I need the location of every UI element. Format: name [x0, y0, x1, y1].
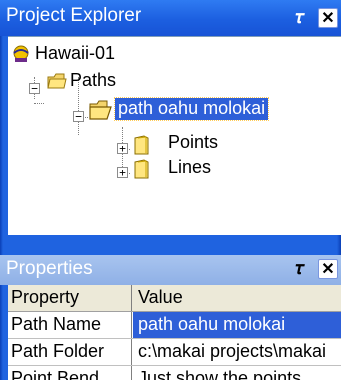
- tree-connector: [34, 103, 44, 104]
- collapse-path-button[interactable]: −: [73, 111, 84, 122]
- table-row[interactable]: Path Folder c:\makai projects\makai: [8, 339, 341, 366]
- table-row[interactable]: Path Name path oahu molokai: [8, 312, 341, 339]
- folder-icon: [132, 134, 152, 161]
- property-value[interactable]: Just show the points: [133, 366, 341, 380]
- open-folder-icon: [88, 99, 114, 126]
- tree-item-lines[interactable]: Lines: [168, 157, 211, 178]
- column-header-property[interactable]: Property: [8, 285, 132, 311]
- folder-icon: [46, 71, 68, 96]
- tree-item-paths[interactable]: Paths: [70, 70, 116, 91]
- properties-titlebar[interactable]: Properties 𝜏 ✕: [0, 255, 341, 285]
- project-icon: [11, 44, 31, 69]
- pin-icon[interactable]: 𝜏: [290, 256, 310, 282]
- properties-grid: Property Value Path Name path oahu molok…: [8, 285, 341, 380]
- folder-icon: [132, 158, 152, 185]
- properties-header-row: Property Value: [8, 285, 341, 312]
- property-name: Point Bend: [8, 366, 132, 380]
- collapse-paths-button[interactable]: −: [29, 83, 40, 94]
- column-header-value[interactable]: Value: [133, 285, 341, 311]
- properties-title: Properties: [6, 258, 93, 279]
- property-value[interactable]: c:\makai projects\makai: [133, 339, 341, 365]
- expand-points-button[interactable]: +: [117, 143, 128, 154]
- close-icon[interactable]: ✕: [318, 8, 338, 28]
- property-name: Path Name: [8, 312, 132, 338]
- table-row[interactable]: Point Bend Just show the points: [8, 366, 341, 380]
- tree-item-path-oahu-molokai[interactable]: path oahu molokai: [113, 97, 270, 121]
- project-tree: Hawaii-01 − Paths − path oahu molokai + …: [8, 36, 341, 235]
- project-explorer-title: Project Explorer: [6, 5, 142, 26]
- property-value[interactable]: path oahu molokai: [133, 312, 341, 338]
- close-icon[interactable]: ✕: [318, 259, 338, 279]
- property-name: Path Folder: [8, 339, 132, 365]
- project-explorer-titlebar[interactable]: Project Explorer 𝜏 ✕: [0, 0, 341, 36]
- tree-item-hawaii-01[interactable]: Hawaii-01: [35, 43, 115, 64]
- expand-lines-button[interactable]: +: [117, 167, 128, 178]
- tree-item-points[interactable]: Points: [168, 132, 218, 153]
- pin-icon[interactable]: 𝜏: [290, 5, 310, 31]
